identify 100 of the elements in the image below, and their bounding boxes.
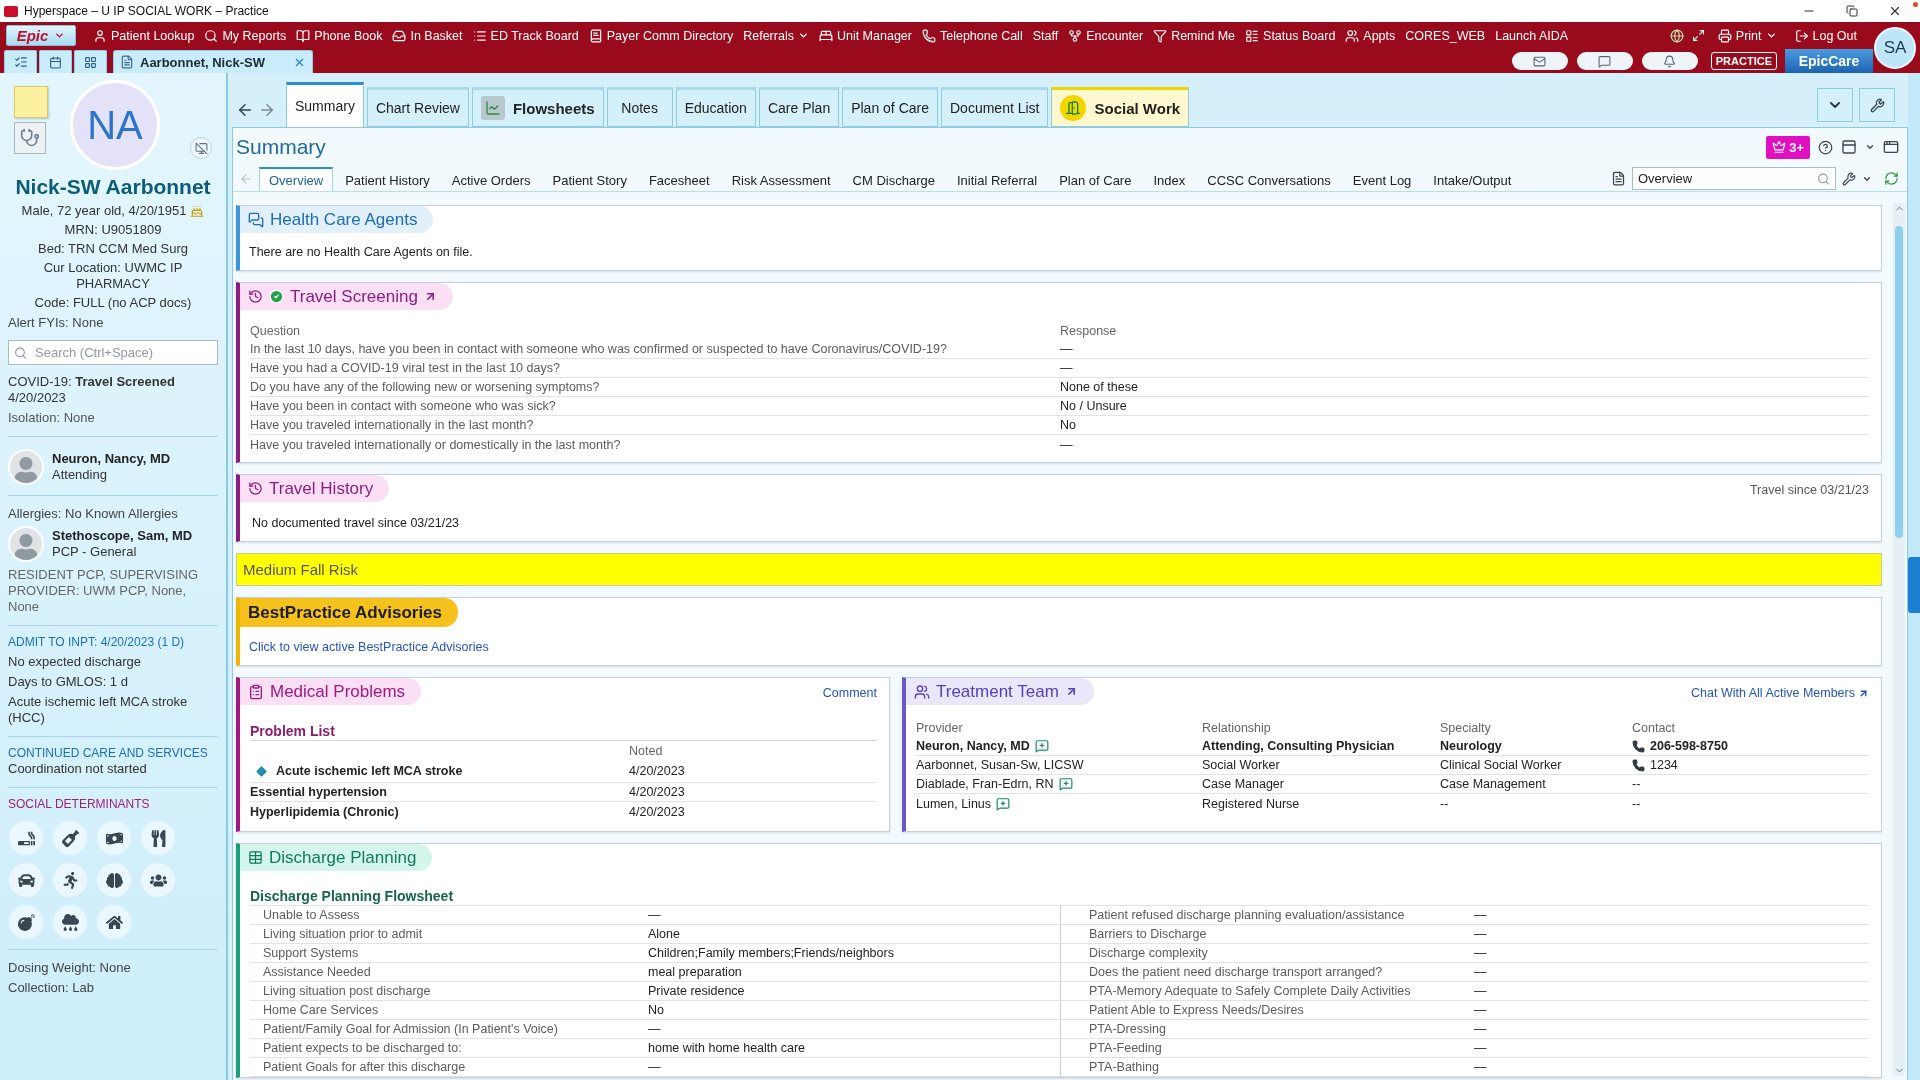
expand-icon[interactable] <box>1691 29 1705 42</box>
wrench-icon[interactable] <box>1859 88 1895 122</box>
workspace-tab[interactable]: Document List <box>941 87 1049 127</box>
search-field[interactable]: Search (Ctrl+Space) <box>8 340 218 365</box>
close-icon[interactable] <box>1888 4 1902 18</box>
globe-icon[interactable] <box>1669 28 1684 43</box>
patient-tab[interactable]: Aarbonnet, Nick-SW <box>113 50 313 73</box>
report-tab[interactable]: Facesheet <box>638 167 720 191</box>
calendar-icon[interactable] <box>39 50 72 73</box>
workspace-tab[interactable]: Care Plan <box>758 87 840 127</box>
bell-icon[interactable] <box>1641 52 1698 70</box>
smoking-icon[interactable] <box>9 821 43 855</box>
workspace-tab[interactable]: Education <box>675 87 756 127</box>
chat-bubble-icon[interactable] <box>1576 52 1633 70</box>
chat-add-icon[interactable] <box>1058 777 1073 791</box>
report-tab[interactable]: CM Discharge <box>842 167 945 191</box>
report-tab[interactable]: Patient History <box>335 167 440 191</box>
back-icon[interactable] <box>236 101 254 119</box>
checklist-icon[interactable] <box>4 50 37 73</box>
running-person-icon[interactable] <box>53 863 87 897</box>
menu-bar-button[interactable]: Staff <box>1027 24 1064 47</box>
avatar-icon <box>8 449 44 485</box>
menu-bar-button[interactable]: Encounter <box>1063 24 1149 47</box>
menu-bar-button[interactable]: Print <box>1712 24 1782 47</box>
money-icon[interactable] <box>97 821 131 855</box>
problem-name[interactable]: Essential hypertension <box>250 785 387 799</box>
report-tab[interactable]: Risk Assessment <box>721 167 841 191</box>
report-tab[interactable]: Active Orders <box>441 167 541 191</box>
menu-bar-button[interactable]: Referrals <box>738 24 814 47</box>
menu-bar-button[interactable]: Launch AIDA <box>1490 24 1574 47</box>
table-cell: 4/20/2023 <box>629 764 685 778</box>
bomb-icon[interactable] <box>9 905 43 939</box>
grid-icon[interactable] <box>74 50 107 73</box>
field-value: — <box>1474 984 1487 998</box>
report-search-field[interactable]: Overview <box>1632 167 1836 190</box>
chat-all-link[interactable]: Chat With All Active Members <box>1691 686 1869 700</box>
monitor-slash-icon[interactable] <box>190 137 212 159</box>
mail-icon[interactable] <box>1511 52 1568 70</box>
report-tab[interactable]: CCSC Conversations <box>1197 167 1341 191</box>
provider-name[interactable]: Lumen, Linus <box>916 796 992 811</box>
workspace-tab[interactable]: Plan of Care <box>842 87 938 127</box>
brain-icon[interactable] <box>97 863 131 897</box>
report-tab[interactable]: Initial Referral <box>946 167 1048 191</box>
provider-name[interactable]: Neuron, Nancy, MD <box>916 739 1030 753</box>
chat-add-icon[interactable] <box>1034 739 1049 753</box>
menu-bar-button[interactable]: Payer Comm Directory <box>583 24 739 47</box>
window-icon[interactable] <box>1883 139 1899 155</box>
rain-cloud-icon[interactable] <box>53 905 87 939</box>
problem-name[interactable]: Acute ischemic left MCA stroke <box>276 764 463 778</box>
epic-menu-button[interactable]: Epic <box>6 25 76 46</box>
menu-bar-button[interactable]: Status Board <box>1240 24 1341 47</box>
caret-icon[interactable] <box>1817 88 1853 122</box>
refresh-icon[interactable] <box>1884 171 1899 186</box>
menu-bar-button[interactable]: Telephone Call <box>916 24 1028 47</box>
problem-name[interactable]: Hyperlipidemia (Chronic) <box>250 804 399 819</box>
report-tab[interactable]: Plan of Care <box>1049 167 1142 191</box>
column-header: Specialty <box>1440 720 1491 735</box>
scrollbar-thumb[interactable] <box>1895 226 1903 538</box>
provider-name[interactable]: Diablade, Fran-Edrn, RN <box>916 777 1054 791</box>
report-icon[interactable] <box>1611 171 1626 186</box>
menu-bar-button[interactable]: Phone Book <box>291 24 388 47</box>
report-tab[interactable]: Index <box>1143 167 1196 191</box>
phone-icon[interactable] <box>1632 739 1645 753</box>
menu-bar-button[interactable]: Remind Me <box>1148 24 1241 47</box>
comment-link[interactable]: Comment <box>822 686 877 700</box>
layout-icon[interactable] <box>1841 139 1857 155</box>
workspace-tab[interactable]: Summary <box>286 82 364 127</box>
phone-icon[interactable] <box>1632 758 1645 772</box>
restore-icon[interactable] <box>1846 5 1858 17</box>
workspace-tab[interactable]: Flowsheets <box>471 87 604 127</box>
help-icon[interactable] <box>1818 139 1833 155</box>
menu-bar-button[interactable]: My Reports <box>199 24 292 47</box>
menu-bar-button[interactable]: CORES_WEB <box>1400 24 1491 47</box>
report-tab[interactable]: Patient Story <box>542 167 637 191</box>
report-tab[interactable]: Event Log <box>1342 167 1422 191</box>
menu-bar-button[interactable]: Patient Lookup <box>88 24 200 47</box>
provider-name[interactable]: Aarbonnet, Susan-Sw, LICSW <box>916 758 1084 772</box>
workspace-tab[interactable]: Chart Review <box>366 87 469 127</box>
house-icon[interactable] <box>97 905 131 939</box>
bottle-icon[interactable] <box>53 821 87 855</box>
menu-bar-button[interactable]: Log Out <box>1789 24 1862 47</box>
workspace-tab[interactable]: Social Work <box>1051 87 1190 127</box>
menu-bar-button[interactable]: In Basket <box>387 24 468 47</box>
report-tab[interactable]: Overview <box>259 167 334 191</box>
wrench-icon[interactable] <box>1842 171 1856 186</box>
advisories-link[interactable]: Click to view active BestPractice Advisories <box>249 640 489 655</box>
workspace-tab[interactable]: Notes <box>606 87 673 127</box>
report-tab[interactable]: Intake/Output <box>1423 167 1522 191</box>
menu-bar-button[interactable]: Unit Manager <box>813 24 917 47</box>
utensils-icon[interactable] <box>141 821 175 855</box>
menu-bar-button[interactable]: Appts <box>1340 24 1401 47</box>
car-icon[interactable] <box>9 863 43 897</box>
alerts-badge-button[interactable]: 3+ <box>1766 135 1810 159</box>
menu-bar-button[interactable]: ED Track Board <box>467 24 584 47</box>
caret-icon[interactable] <box>1865 142 1875 152</box>
side-panel-handle[interactable] <box>1908 557 1920 613</box>
field-value: meal preparation <box>648 965 742 979</box>
chat-add-icon[interactable] <box>996 796 1011 811</box>
people-icon[interactable] <box>141 863 175 897</box>
stethoscope-icon[interactable] <box>14 122 46 154</box>
